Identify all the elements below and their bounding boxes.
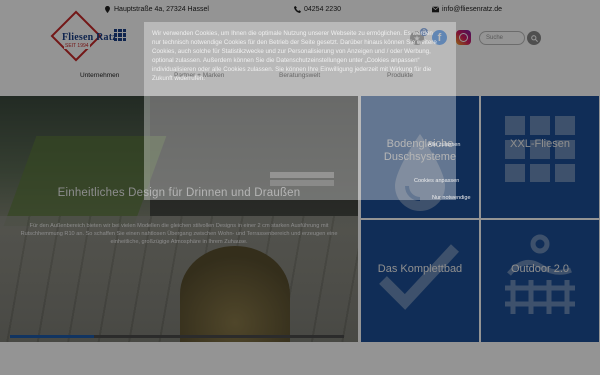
- cookie-necessary-button[interactable]: Nur notwendige: [432, 195, 471, 201]
- cookie-accept-all-button[interactable]: Alle zulassen: [428, 142, 460, 148]
- cookie-text: Wir verwenden Cookies, um Ihnen die opti…: [152, 30, 437, 82]
- cookie-consent-dialog: Wir verwenden Cookies, um Ihnen die opti…: [144, 22, 471, 201]
- cookie-adjust-button-bg: [270, 180, 334, 186]
- cookie-accept-button-bg: [270, 172, 334, 178]
- cookie-adjust-button[interactable]: Cookies anpassen: [414, 178, 459, 184]
